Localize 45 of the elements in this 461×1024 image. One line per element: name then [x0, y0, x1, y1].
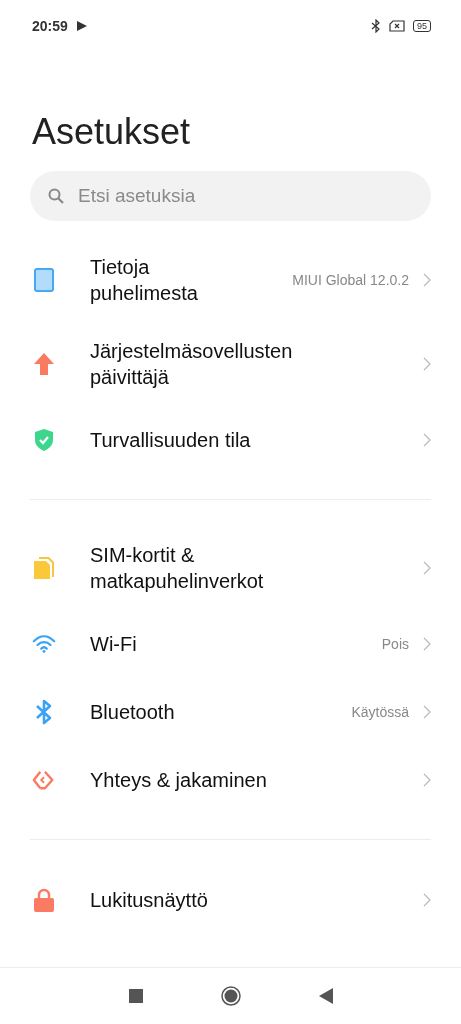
wifi-icon	[32, 634, 56, 654]
chevron-right-icon	[423, 561, 431, 575]
settings-item[interactable]: Wi-Fi Pois	[0, 610, 461, 678]
settings-item[interactable]: Turvallisuuden tila	[0, 406, 461, 474]
chevron-right-icon	[423, 433, 431, 447]
sim-cards-icon	[33, 556, 55, 580]
item-label: Yhteys & jakaminen	[90, 768, 268, 793]
bluetooth-icon	[34, 699, 54, 725]
chevron-right-icon	[423, 705, 431, 719]
home-button[interactable]	[220, 986, 241, 1006]
chevron-right-icon	[423, 893, 431, 907]
settings-item[interactable]: Lukitusnäyttö	[0, 866, 461, 934]
item-label: Bluetooth	[90, 700, 176, 725]
page-title: Asetukset	[32, 110, 192, 154]
connection-icon	[32, 769, 56, 791]
item-value: Pois	[381, 636, 409, 652]
battery-indicator: 95	[413, 20, 431, 32]
item-label: Wi-Fi	[90, 632, 138, 657]
item-value: Käytössä	[351, 704, 409, 720]
shield-check-icon	[34, 428, 54, 452]
settings-item[interactable]: Bluetooth Käytössä	[0, 678, 461, 746]
item-label: Järjestelmäsovellusten päivittäjä	[90, 339, 294, 390]
item-value: MIUI Global 12.0.2	[292, 272, 409, 288]
clock: 20:59	[32, 18, 68, 34]
phone-icon	[34, 268, 54, 292]
no-sim-icon	[389, 20, 405, 32]
item-label: Turvallisuuden tila	[90, 428, 252, 453]
recent-apps-button[interactable]	[128, 989, 143, 1003]
settings-item[interactable]: SIM-kortit & matkapuhelinverkot	[0, 526, 461, 610]
settings-item[interactable]: Tietoja puhelimesta MIUI Global 12.0.2	[0, 238, 461, 322]
bluetooth-icon	[371, 19, 381, 33]
lock-icon	[33, 888, 55, 912]
chevron-right-icon	[423, 637, 431, 651]
item-label: Tietoja puhelimesta	[90, 255, 199, 306]
settings-item[interactable]: Järjestelmäsovellusten päivittäjä	[0, 322, 461, 406]
settings-item[interactable]: Yhteys & jakaminen	[0, 746, 461, 814]
item-label: Lukitusnäyttö	[90, 888, 209, 913]
chevron-right-icon	[423, 357, 431, 371]
up-arrow-icon	[33, 352, 55, 376]
search-field[interactable]: Etsi asetuksia	[30, 171, 431, 221]
back-button[interactable]	[318, 988, 333, 1004]
chevron-right-icon	[423, 273, 431, 287]
search-icon	[48, 188, 64, 204]
item-label: SIM-kortit & matkapuhelinverkot	[90, 543, 265, 594]
chevron-right-icon	[423, 773, 431, 787]
